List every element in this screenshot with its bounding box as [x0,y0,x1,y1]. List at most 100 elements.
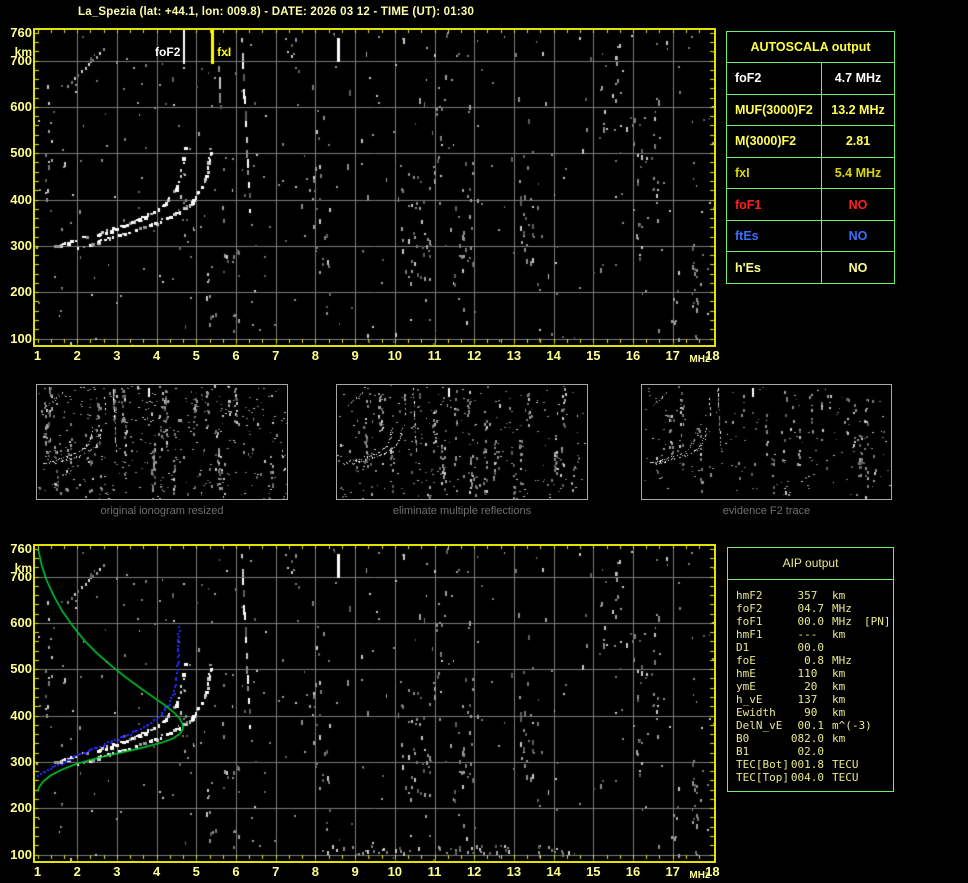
axis-tick-label: 760 [10,540,32,556]
axis-tick-label: 300 [10,237,32,253]
aip-row-label: hmF1 [736,628,763,641]
axis-tick-label: 4 [152,348,161,363]
axis-tick-label: 14 [546,864,561,879]
axis-tick-label: 2 [73,864,81,879]
aip-row-unit: km [832,706,846,719]
axis-tick-label: 13 [506,864,522,879]
aip-output-table: AIP output hmF2 357 km foF2 04.7 MHz foF1 00.0… [727,547,894,792]
aip-row-unit: km [832,693,846,706]
aip-row: hmE 110 km [728,667,893,680]
page-title: La_Spezia (lat: +44.1, lon: 009.8) - DAT… [78,6,475,18]
aip-row-unit: km [832,667,846,680]
aip-row-unit: MHz [832,615,852,628]
axis-tick-label: 17 [665,348,680,363]
processing-thumbnail [336,384,588,500]
table-row: h'Es NO [727,251,894,284]
axis-tick-label: 17 [665,864,680,879]
axis-tick-label: 6 [232,348,240,363]
aip-row-value: 137 [797,693,824,706]
aip-row-unit: TECU [832,771,859,784]
axis-tick-label: 10 [387,864,403,879]
aip-row: TEC[Top] 004.0 TECU [728,771,893,784]
aip-row-value: 0.8 [804,654,824,667]
aip-row-value: 00.0 [797,615,825,628]
aip-row-unit: km [832,628,846,641]
axis-tick-label: 15 [586,864,601,879]
aip-row-unit: MHz [832,654,852,667]
table-row: foF1 NO [727,188,894,220]
axis-tick-label: 8 [311,864,319,879]
aip-row: foE 0.8 MHz [728,654,893,667]
aip-row-value: 082.0 [790,732,824,745]
thumbnail-caption: evidence F2 trace [722,505,811,517]
aip-row-value: 001.8 [790,758,824,771]
axis-tick-label: 7 [272,348,280,363]
axis-tick-label: 200 [10,800,32,816]
aip-row-label: B1 [736,745,750,758]
row-value: 2.81 [845,134,871,149]
aip-row-value: 00.0 [797,641,825,654]
autoscala-screen: La_Spezia (lat: +44.1, lon: 009.8) - DAT… [0,0,968,883]
x-axis-unit-label: MHz [689,354,710,365]
aip-row-value: 04.7 [797,602,825,615]
axis-tick-label: 14 [546,348,561,363]
axis-tick-label: 3 [113,348,121,363]
axis-tick-label: 10 [387,348,403,363]
axis-tick-label: 9 [351,348,359,363]
row-value: 4.7 MHz [834,71,882,86]
aip-row: foF1 00.0 MHz [PN] [728,615,893,628]
aip-row: TEC[Bot] 001.8 TECU [728,758,893,771]
aip-row-label: ymE [736,680,756,693]
aip-row-value: 90 [804,706,824,719]
aip-row-label: D1 [736,641,750,654]
axis-tick-label: 12 [466,864,482,879]
aip-row-value: 02.0 [797,745,825,758]
thumbnail-caption: original ionogram resized [100,505,224,517]
row-value: 13.2 MHz [831,102,885,117]
aip-row-value: 110 [797,667,824,680]
axis-tick-label: 400 [10,707,32,723]
row-value: NO [848,229,868,244]
table-row: ftEs NO [727,219,894,252]
axis-tick-label: 9 [351,864,359,879]
aip-row-unit: TECU [832,758,859,771]
aip-row-extra: [PN] [864,615,891,628]
autoscala-table-header: AUTOSCALA output [727,32,894,63]
aip-row-unit: m^(-3) [832,719,872,732]
main-ionogram-canvas [35,30,714,345]
row-label: MUF(3000)F2 [727,94,822,126]
aip-table-header: AIP output [728,548,893,580]
table-row: MUF(3000)F2 13.2 MHz [727,93,894,126]
x-axis-unit-label: MHz [689,870,710,881]
thumbnail-canvas [642,385,891,499]
aip-row: ymE 20 km [728,680,893,693]
autoscala-output-table: AUTOSCALA output foF2 4.7 MHz MUF(3000)F2 1… [726,31,895,284]
fof2-marker-label: foF2 [155,45,181,59]
aip-row-label: foF1 [736,615,763,628]
aip-row: foF2 04.7 MHz [728,602,893,615]
axis-tick-label: 500 [10,145,32,161]
row-label: fxI [727,157,822,189]
fxi-marker-label: fxI [217,45,232,59]
aip-row: B1 02.0 [728,745,893,758]
axis-tick-label: 200 [10,284,32,300]
axis-tick-label: 600 [10,98,32,114]
y-axis-unit-label: km [14,561,32,575]
thumbnail-canvas [337,385,587,499]
main-ionogram-plot [33,28,716,347]
aip-row: hmF1 --- km [728,628,893,641]
profile-ionogram-canvas [35,546,714,861]
thumbnail-caption: eliminate multiple reflections [392,505,532,517]
axis-tick-label: 760 [10,24,32,40]
axis-tick-label: 2 [73,348,81,363]
axis-tick-label: 400 [10,191,32,207]
thumbnail-canvas [37,385,287,499]
row-value: 5.4 MHz [834,166,882,181]
axis-tick-label: 13 [506,348,522,363]
autoscala-table-rows: foF2 4.7 MHz MUF(3000)F2 13.2 MHz M(3000)F2 2… [727,63,894,284]
aip-row-label: h_vE [736,693,763,706]
aip-row-value: 357 [797,589,824,602]
aip-row-unit: km [832,589,846,602]
row-label: foF2 [727,63,822,94]
aip-row: Ewidth 90 km [728,706,893,719]
